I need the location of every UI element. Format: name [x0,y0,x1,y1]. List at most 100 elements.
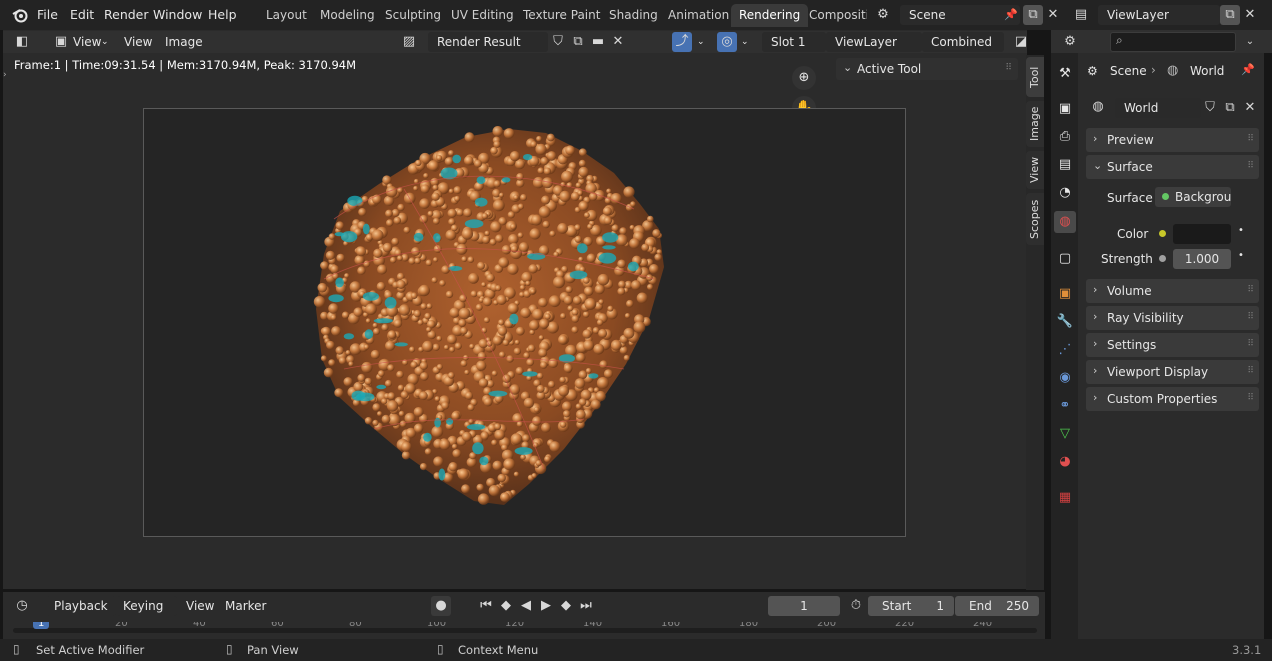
properties-search-field[interactable] [1110,32,1236,52]
new-scene-icon[interactable]: ⧉ [1023,5,1043,25]
menu-image[interactable]: Image [165,35,203,49]
pin-icon[interactable]: 📌 [1001,5,1021,25]
image-browse-icon[interactable]: ▨ [399,32,419,52]
record-icon[interactable]: ● [431,596,451,616]
open-image-icon[interactable]: ▬ [588,32,608,52]
collection-props-icon[interactable]: ▢ [1054,248,1076,270]
panel-settings[interactable]: › Settings ⠿ [1086,333,1259,357]
slot-dropdown[interactable]: Slot 1 [762,32,826,52]
tab-sculpting[interactable]: Sculpting [377,4,449,27]
image-name-field[interactable]: Render Result [428,32,548,52]
strength-field[interactable]: 1.000 [1173,249,1231,269]
physics-props-icon[interactable]: ◉ [1054,367,1076,389]
object-props-icon[interactable]: ▣ [1054,283,1076,305]
keyframe-dot-icon[interactable]: • [1238,250,1244,261]
menu-help[interactable]: Help [208,7,237,22]
play-reverse-icon[interactable]: ◀ [516,596,536,616]
editor-type-icon[interactable]: ◧ [12,32,32,52]
grip-icon[interactable]: ⠿ [1005,63,1012,73]
tab-layout[interactable]: Layout [258,4,315,27]
render-layer-dropdown[interactable]: ViewLayer [826,32,922,52]
panel-custom-properties[interactable]: › Custom Properties ⠿ [1086,387,1259,411]
tab-rendering[interactable]: Rendering [731,4,809,27]
fake-user-icon[interactable]: ⛉ [1200,98,1220,118]
grip-icon[interactable]: ⠿ [1247,312,1254,322]
color-socket-icon[interactable] [1159,230,1166,237]
tab-compositing[interactable]: Compositi [801,4,867,27]
menu-marker[interactable]: Marker [225,599,266,613]
jump-end-icon[interactable]: ⏭ [576,596,596,616]
timeline-editor[interactable]: ◷ Playback Keying View Marker ● ⏮ ◆ ◀ ▶ … [3,592,1045,639]
end-frame-field[interactable]: End 250 [955,596,1039,616]
frame-ruler[interactable]: 1 20 40 60 80 100 120 140 160 180 200 220 240 [13,622,1037,636]
keying-menu[interactable]: Keying [117,596,177,616]
grip-icon[interactable]: ⠿ [1247,366,1254,376]
scrollbar-track[interactable] [13,628,1037,633]
tab-scopes[interactable]: Scopes [1026,193,1044,245]
prev-keyframe-icon[interactable]: ◆ [496,596,516,616]
new-world-icon[interactable]: ⧉ [1220,98,1240,118]
unlink-image-icon[interactable]: ✕ [608,32,628,52]
remove-view-layer-icon[interactable]: ✕ [1240,5,1260,25]
panel-volume[interactable]: › Volume ⠿ [1086,279,1259,303]
menu-window[interactable]: Window [153,7,202,22]
playback-menu[interactable]: Playback [46,596,116,616]
grip-icon[interactable]: ⠿ [1247,393,1254,403]
zoom-icon[interactable]: ⊕ [792,66,816,90]
chevron-right-icon[interactable]: › [3,70,7,80]
play-icon[interactable]: ▶ [536,596,556,616]
modifier-props-icon[interactable]: 🔧 [1054,311,1076,333]
editor-type-icon[interactable]: ⚙ [1060,32,1080,52]
grip-icon[interactable]: ⠿ [1247,339,1254,349]
color-swatch[interactable] [1173,224,1231,244]
world-browse-icon[interactable]: ◍ [1088,97,1108,117]
tab-image[interactable]: Image [1026,101,1044,147]
material-props-icon[interactable]: ◕ [1054,451,1076,473]
new-image-icon[interactable]: ⧉ [568,32,588,52]
render-pass-dropdown[interactable]: Combined [922,32,1004,52]
next-keyframe-icon[interactable]: ◆ [556,596,576,616]
particles-props-icon[interactable]: ⋰ [1054,339,1076,361]
tab-uv-editing[interactable]: UV Editing [443,4,522,27]
new-view-layer-icon[interactable]: ⧉ [1220,5,1240,25]
strength-socket-icon[interactable] [1159,255,1166,262]
keyframe-dot-icon[interactable]: • [1238,225,1244,236]
view-mode-dropdown[interactable]: View [73,35,101,49]
tab-animation[interactable]: Animation [660,4,737,27]
scene-icon[interactable]: ⚙ [873,5,893,25]
view-layer-icon[interactable]: ▤ [1071,5,1091,25]
panel-surface[interactable]: ⌄ Surface ⠿ [1086,155,1259,179]
panel-ray-visibility[interactable]: › Ray Visibility ⠿ [1086,306,1259,330]
current-frame-field[interactable]: 1 [768,596,840,616]
grip-icon[interactable]: ⠿ [1247,134,1254,144]
menu-render[interactable]: Render [104,7,149,22]
view-mode-icon[interactable]: ▣ [51,32,71,52]
menu-view[interactable]: View [186,599,214,613]
jump-start-icon[interactable]: ⏮ [476,596,496,616]
menu-file[interactable]: File [37,7,58,22]
output-props-icon[interactable]: ⎙ [1054,126,1076,148]
unlink-world-icon[interactable]: ✕ [1240,98,1260,118]
constraints-props-icon[interactable]: ⚭ [1054,395,1076,417]
fake-user-icon[interactable]: ⛉ [548,32,568,52]
grip-icon[interactable]: ⠿ [1247,285,1254,295]
display-channels-icon[interactable]: ◪ [1011,32,1031,52]
world-name-field[interactable]: World [1115,98,1201,118]
view-layer-field[interactable]: ViewLayer [1098,5,1220,25]
panel-viewport-display[interactable]: › Viewport Display ⠿ [1086,360,1259,384]
render-props-icon[interactable]: ▣ [1054,98,1076,120]
blender-logo-icon[interactable] [11,6,29,24]
start-frame-field[interactable]: Start 1 [868,596,954,616]
stopwatch-icon[interactable]: ⏱ [846,596,866,616]
tab-texture-paint[interactable]: Texture Paint [515,4,608,27]
texture-props-icon[interactable]: ▦ [1054,487,1076,509]
remove-scene-icon[interactable]: ✕ [1043,5,1063,25]
tab-tool[interactable]: Tool [1026,57,1044,97]
tab-shading[interactable]: Shading [601,4,666,27]
tab-modeling[interactable]: Modeling [312,4,383,27]
tab-view[interactable]: View [1026,151,1044,189]
overlay-icon[interactable]: ◎ [717,32,737,52]
menu-edit[interactable]: Edit [70,7,94,22]
world-props-icon[interactable]: ◍ [1054,211,1076,233]
tool-props-icon[interactable]: ⚒ [1054,63,1076,85]
